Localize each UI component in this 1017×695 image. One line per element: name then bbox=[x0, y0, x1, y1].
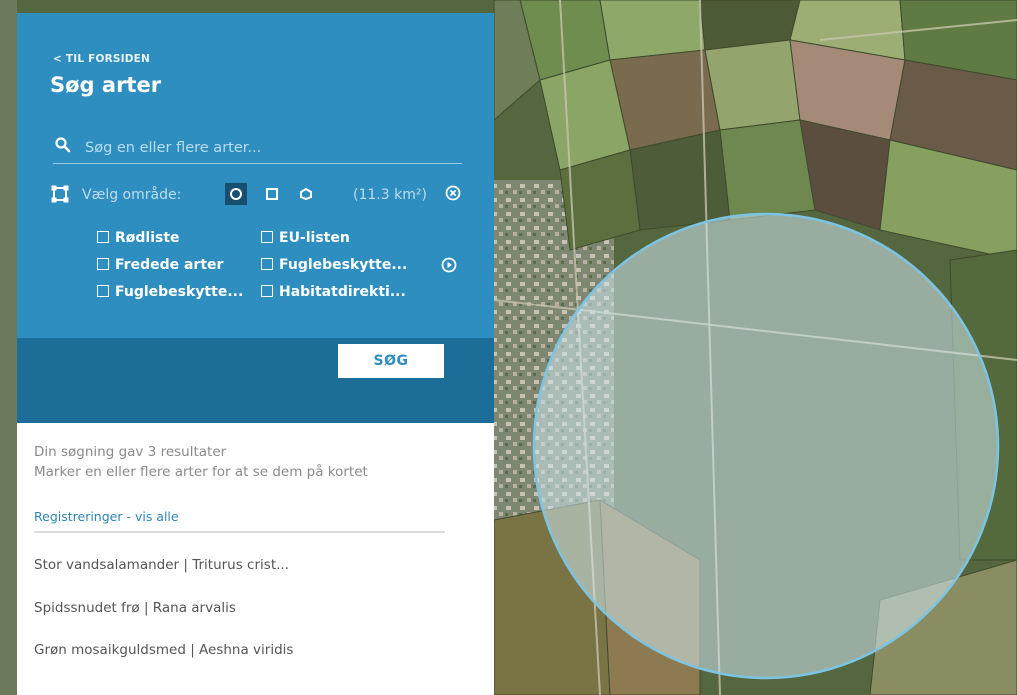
filter-rodliste[interactable]: Rødliste bbox=[97, 230, 180, 246]
area-size: (11.3 km²) bbox=[353, 187, 427, 203]
filter-fredede-arter[interactable]: Fredede arter bbox=[97, 257, 223, 273]
filter-fuglebeskytte-2[interactable]: Fuglebeskytte... bbox=[97, 284, 243, 300]
result-count: Din søgning gav 3 resultater bbox=[34, 444, 227, 460]
polygon-shape-button[interactable] bbox=[295, 183, 317, 205]
checkbox-icon[interactable] bbox=[97, 285, 109, 297]
result-hint: Marker en eller flere arter for at se de… bbox=[34, 464, 368, 480]
species-item[interactable]: Grøn mosaikguldsmed | Aeshna viridis bbox=[34, 642, 293, 658]
species-item[interactable]: Stor vandsalamander | Triturus crist... bbox=[34, 557, 289, 573]
species-search bbox=[53, 133, 462, 164]
area-selector: Vælg område: (11.3 km²) bbox=[51, 183, 471, 209]
filter-habitatdirektiv[interactable]: Habitatdirekti... bbox=[261, 284, 406, 300]
filter-list: Rødliste EU-listen Fredede arter Fuglebe… bbox=[97, 230, 477, 310]
filter-fuglebeskytte-1[interactable]: Fuglebeskytte... bbox=[261, 257, 407, 273]
species-search-input[interactable] bbox=[83, 135, 457, 161]
result-summary: Din søgning gav 3 resultater Marker en e… bbox=[34, 442, 368, 482]
checkbox-icon[interactable] bbox=[97, 258, 109, 270]
square-shape-button[interactable] bbox=[261, 183, 283, 205]
registrations-show-all-link[interactable]: Registreringer - vis alle bbox=[34, 509, 179, 524]
polygon-icon bbox=[300, 187, 312, 201]
checkbox-icon[interactable] bbox=[261, 231, 273, 243]
checkbox-icon[interactable] bbox=[261, 258, 273, 270]
clear-icon[interactable] bbox=[445, 185, 461, 205]
page-title: Søg arter bbox=[50, 73, 162, 97]
species-item[interactable]: Spidssnudet frø | Rana arvalis bbox=[34, 600, 236, 616]
area-label: Vælg område: bbox=[82, 187, 182, 203]
search-icon bbox=[55, 137, 71, 157]
chevron-right-circle-icon[interactable] bbox=[441, 257, 457, 277]
checkbox-icon[interactable] bbox=[97, 231, 109, 243]
square-icon bbox=[266, 188, 278, 200]
search-button[interactable]: SØG bbox=[338, 344, 444, 378]
back-to-home-link[interactable]: < TIL FORSIDEN bbox=[53, 53, 150, 65]
circle-icon bbox=[230, 188, 242, 200]
divider bbox=[34, 531, 445, 533]
filter-eu-listen[interactable]: EU-listen bbox=[261, 230, 350, 246]
search-form: < TIL FORSIDEN Søg arter Søg en eller fl… bbox=[17, 13, 494, 338]
search-area-circle[interactable] bbox=[532, 212, 1000, 680]
checkbox-icon[interactable] bbox=[261, 285, 273, 297]
circle-shape-button[interactable] bbox=[225, 183, 247, 205]
area-select-icon bbox=[51, 185, 69, 207]
